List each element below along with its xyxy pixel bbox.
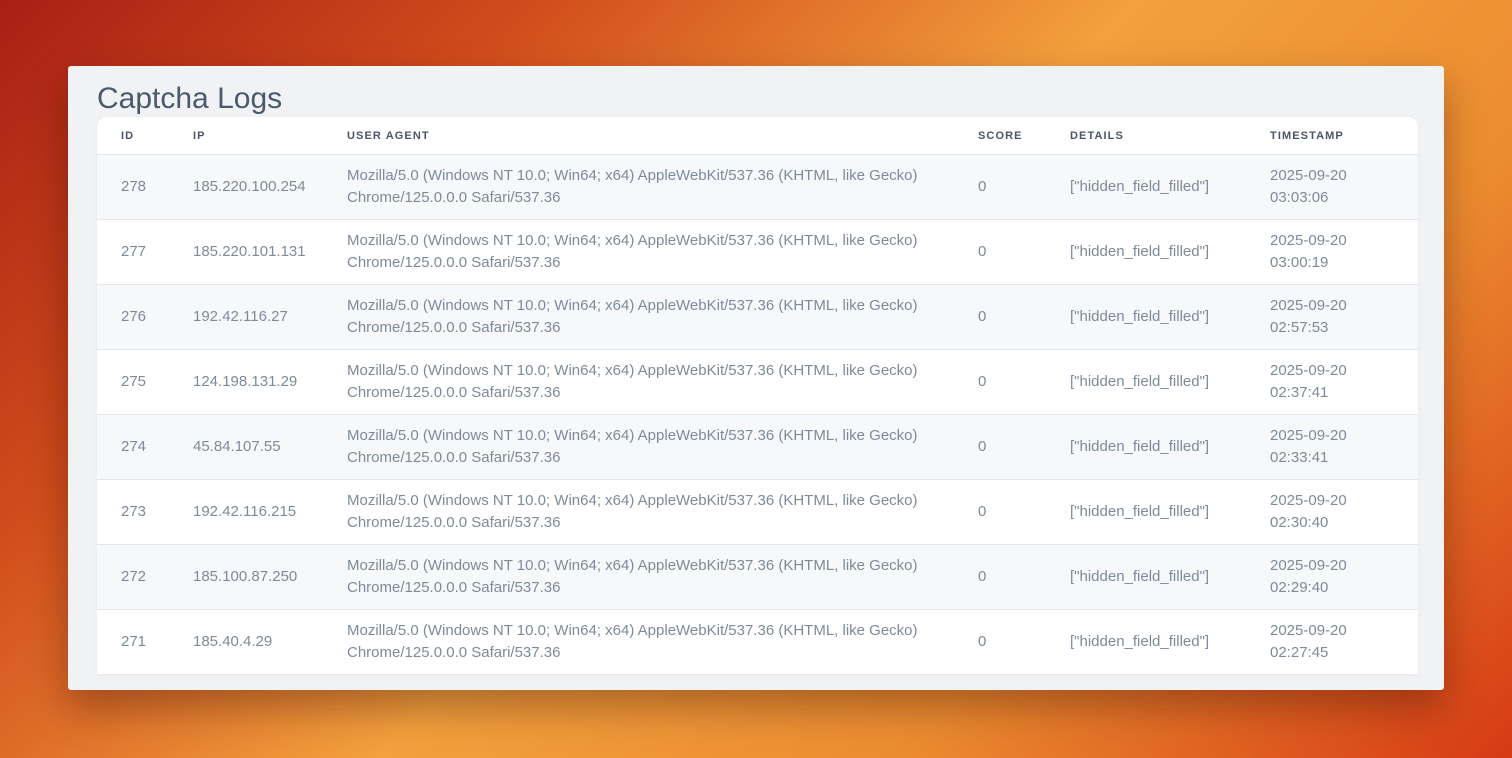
cell-score: 0 [954, 220, 1046, 285]
cell-ip: 124.198.131.29 [169, 350, 323, 415]
cell-id: 274 [97, 415, 169, 480]
cell-user-agent: Mozilla/5.0 (Windows NT 10.0; Win64; x64… [323, 220, 954, 285]
cell-score: 0 [954, 545, 1046, 610]
cell-timestamp: 2025-09-20 02:29:40 [1246, 545, 1418, 610]
cell-details: ["hidden_field_filled"] [1046, 350, 1246, 415]
table-row: 274 45.84.107.55 Mozilla/5.0 (Windows NT… [97, 415, 1418, 480]
cell-id: 273 [97, 480, 169, 545]
cell-user-agent: Mozilla/5.0 (Windows NT 10.0; Win64; x64… [323, 415, 954, 480]
column-header-ip: IP [169, 117, 323, 155]
table-row: 275 124.198.131.29 Mozilla/5.0 (Windows … [97, 350, 1418, 415]
cell-timestamp: 2025-09-20 02:27:45 [1246, 610, 1418, 675]
table-row: 272 185.100.87.250 Mozilla/5.0 (Windows … [97, 545, 1418, 610]
cell-score: 0 [954, 350, 1046, 415]
cell-user-agent: Mozilla/5.0 (Windows NT 10.0; Win64; x64… [323, 610, 954, 675]
captcha-logs-card: Captcha Logs ID IP USER AGENT SCORE DETA… [68, 66, 1444, 690]
cell-timestamp: 2025-09-20 03:00:19 [1246, 220, 1418, 285]
table-header-row: ID IP USER AGENT SCORE DETAILS TIMESTAMP [97, 117, 1418, 155]
cell-details: ["hidden_field_filled"] [1046, 220, 1246, 285]
cell-user-agent: Mozilla/5.0 (Windows NT 10.0; Win64; x64… [323, 285, 954, 350]
table-row: 276 192.42.116.27 Mozilla/5.0 (Windows N… [97, 285, 1418, 350]
cell-timestamp: 2025-09-20 02:57:53 [1246, 285, 1418, 350]
cell-timestamp: 2025-09-20 02:30:40 [1246, 480, 1418, 545]
table-row: 273 192.42.116.215 Mozilla/5.0 (Windows … [97, 480, 1418, 545]
cell-ip: 185.100.87.250 [169, 545, 323, 610]
cell-ip: 185.40.4.29 [169, 610, 323, 675]
logs-table-body: 278 185.220.100.254 Mozilla/5.0 (Windows… [97, 155, 1418, 675]
cell-timestamp: 2025-09-20 02:37:41 [1246, 350, 1418, 415]
cell-user-agent: Mozilla/5.0 (Windows NT 10.0; Win64; x64… [323, 155, 954, 220]
cell-ip: 192.42.116.215 [169, 480, 323, 545]
cell-id: 272 [97, 545, 169, 610]
cell-details: ["hidden_field_filled"] [1046, 480, 1246, 545]
cell-details: ["hidden_field_filled"] [1046, 155, 1246, 220]
logs-table-container: ID IP USER AGENT SCORE DETAILS TIMESTAMP… [97, 117, 1418, 674]
cell-details: ["hidden_field_filled"] [1046, 545, 1246, 610]
table-row: 278 185.220.100.254 Mozilla/5.0 (Windows… [97, 155, 1418, 220]
column-header-details: DETAILS [1046, 117, 1246, 155]
cell-score: 0 [954, 285, 1046, 350]
cell-score: 0 [954, 480, 1046, 545]
cell-id: 271 [97, 610, 169, 675]
cell-user-agent: Mozilla/5.0 (Windows NT 10.0; Win64; x64… [323, 350, 954, 415]
table-row: 277 185.220.101.131 Mozilla/5.0 (Windows… [97, 220, 1418, 285]
table-row: 271 185.40.4.29 Mozilla/5.0 (Windows NT … [97, 610, 1418, 675]
column-header-timestamp: TIMESTAMP [1246, 117, 1418, 155]
cell-user-agent: Mozilla/5.0 (Windows NT 10.0; Win64; x64… [323, 480, 954, 545]
cell-score: 0 [954, 610, 1046, 675]
cell-timestamp: 2025-09-20 02:33:41 [1246, 415, 1418, 480]
cell-details: ["hidden_field_filled"] [1046, 610, 1246, 675]
cell-ip: 185.220.100.254 [169, 155, 323, 220]
column-header-user-agent: USER AGENT [323, 117, 954, 155]
cell-id: 278 [97, 155, 169, 220]
cell-ip: 185.220.101.131 [169, 220, 323, 285]
cell-details: ["hidden_field_filled"] [1046, 415, 1246, 480]
cell-id: 275 [97, 350, 169, 415]
cell-user-agent: Mozilla/5.0 (Windows NT 10.0; Win64; x64… [323, 545, 954, 610]
cell-score: 0 [954, 415, 1046, 480]
cell-timestamp: 2025-09-20 03:03:06 [1246, 155, 1418, 220]
cell-score: 0 [954, 155, 1046, 220]
column-header-score: SCORE [954, 117, 1046, 155]
cell-ip: 45.84.107.55 [169, 415, 323, 480]
cell-id: 277 [97, 220, 169, 285]
page-title: Captcha Logs [68, 66, 1444, 117]
cell-id: 276 [97, 285, 169, 350]
logs-table: ID IP USER AGENT SCORE DETAILS TIMESTAMP… [97, 117, 1418, 674]
cell-ip: 192.42.116.27 [169, 285, 323, 350]
column-header-id: ID [97, 117, 169, 155]
cell-details: ["hidden_field_filled"] [1046, 285, 1246, 350]
